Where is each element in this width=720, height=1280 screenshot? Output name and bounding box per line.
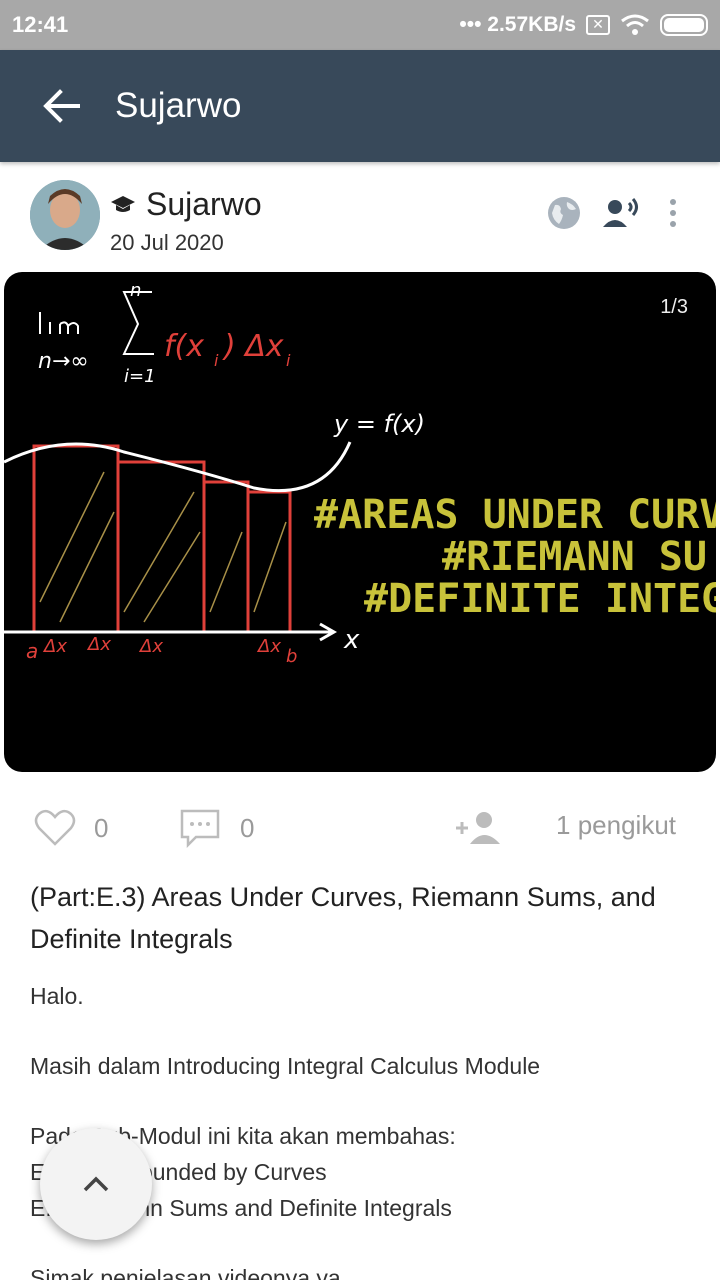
- battery-icon: [660, 14, 708, 36]
- like-count: 0: [94, 812, 109, 843]
- svg-text:Δx: Δx: [256, 636, 281, 657]
- curve-label: y = f(x): [333, 410, 425, 438]
- svg-text:b: b: [286, 646, 297, 667]
- post-body: Halo. Masih dalam Introducing Integral C…: [30, 978, 690, 1280]
- author-name[interactable]: Sujarwo: [146, 186, 262, 223]
- status-icons: ••• 2.57KB/s ✕: [459, 10, 708, 40]
- svg-text:) Δx: ) Δx: [222, 329, 284, 364]
- svg-text:n→∞: n→∞: [38, 349, 89, 374]
- scroll-top-button[interactable]: [40, 1128, 152, 1240]
- post-media[interactable]: n→∞ i=1 n f(x i ) Δx i y = f(x) x a Δx Δ…: [4, 272, 716, 772]
- network-speed: ••• 2.57KB/s: [459, 13, 576, 36]
- body-line: Masih dalam Introducing Integral Calculu…: [30, 1053, 541, 1079]
- speaker-person-icon: [603, 198, 638, 227]
- svg-text:Δx: Δx: [138, 636, 163, 657]
- more-vertical-icon: [670, 199, 676, 227]
- author-line: Sujarwo: [110, 186, 262, 223]
- hashtag-riemann: #RIEMANN SU: [442, 534, 707, 580]
- media-counter: 1/3: [660, 296, 688, 318]
- graduation-cap-icon: [111, 195, 135, 212]
- avatar[interactable]: [30, 180, 100, 250]
- chevron-up-icon: [83, 1176, 109, 1192]
- svg-text:Δx: Δx: [86, 634, 111, 655]
- wifi-icon: [621, 14, 649, 35]
- svg-text:i: i: [214, 351, 219, 370]
- svg-text:n: n: [130, 280, 141, 301]
- axis-label: x: [343, 625, 360, 655]
- hashtag-areas: #AREAS UNDER CURV: [314, 492, 716, 538]
- svg-text:a: a: [26, 639, 38, 663]
- like-button[interactable]: 0: [34, 800, 108, 856]
- status-time: 12:41: [12, 12, 69, 37]
- post-title: (Part:E.3) Areas Under Curves, Riemann S…: [30, 882, 656, 954]
- arrow-left-icon: [43, 89, 80, 123]
- post-date: 20 Jul 2020: [110, 230, 224, 255]
- body-line: Halo.: [30, 983, 84, 1009]
- avatar-image: [30, 180, 100, 250]
- add-person-icon: [456, 812, 500, 844]
- body-line: Simak penjelasan videonya ya: [30, 1265, 341, 1280]
- comment-count: 0: [240, 812, 255, 843]
- back-button[interactable]: [38, 82, 86, 130]
- hashtag-definite: #DEFINITE INTEGR: [364, 576, 716, 622]
- status-bar: 12:41 ••• 2.57KB/s ✕: [0, 0, 720, 50]
- comment-button[interactable]: 0: [178, 800, 254, 856]
- globe-icon: [548, 197, 580, 229]
- heart-icon: [34, 809, 76, 846]
- comment-icon: [180, 809, 220, 848]
- more-options-button[interactable]: [660, 193, 686, 233]
- post-actions: 0 0 1 pengikut: [0, 800, 720, 856]
- post-header-icons: [544, 193, 686, 233]
- follower-count[interactable]: 1 pengikut: [556, 810, 676, 841]
- page-title: Sujarwo: [115, 86, 242, 125]
- svg-text:Δx: Δx: [42, 636, 67, 657]
- visibility-button[interactable]: [544, 193, 584, 233]
- app-bar: Sujarwo: [0, 50, 720, 162]
- audience-button[interactable]: [602, 193, 642, 233]
- svg-text:i=1: i=1: [124, 366, 156, 387]
- svg-text:f(x: f(x: [164, 329, 204, 364]
- svg-text:i: i: [286, 351, 291, 370]
- riemann-sum-thumbnail: n→∞ i=1 n f(x i ) Δx i y = f(x) x a Δx Δ…: [4, 280, 716, 667]
- sim-x-icon: ✕: [586, 15, 610, 35]
- follow-button[interactable]: [454, 800, 502, 856]
